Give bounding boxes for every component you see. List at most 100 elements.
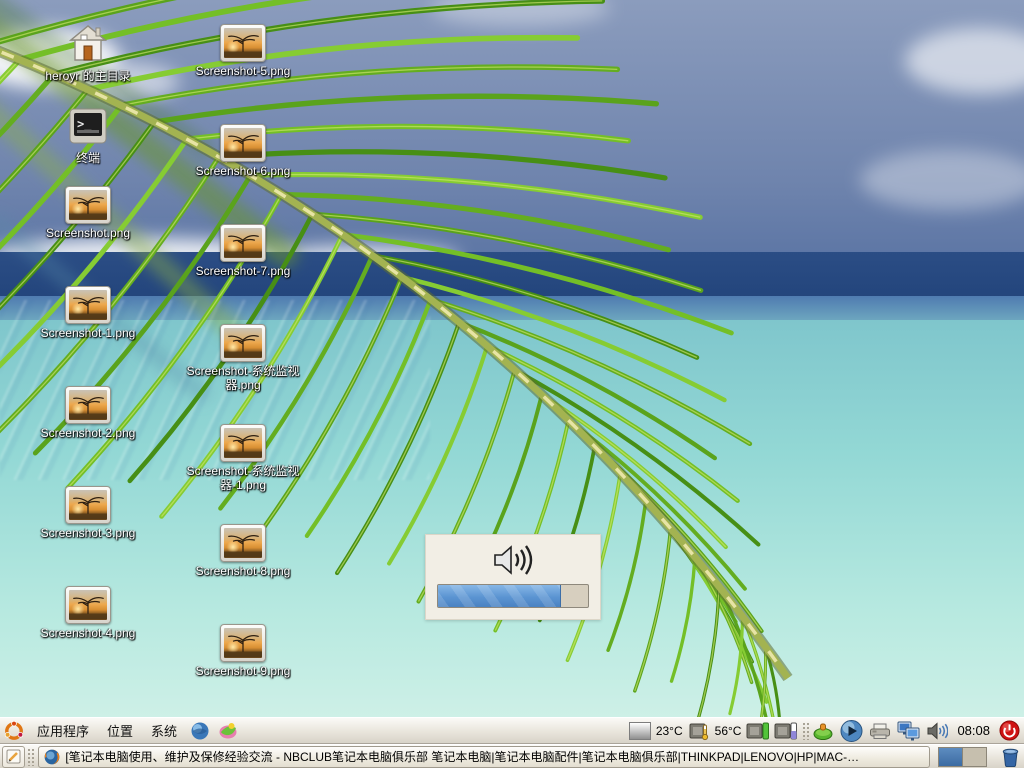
desktop-icon-home[interactable]: heroyr 的主目录 <box>18 24 158 83</box>
image-file-icon <box>220 424 266 462</box>
panel-drag-handle[interactable] <box>802 722 809 740</box>
menu-system[interactable]: 系统 <box>142 718 186 743</box>
desktop-icon-label: Screenshot-1.png <box>18 326 158 340</box>
sensor-graph-icon <box>629 722 651 740</box>
printer-applet[interactable] <box>868 718 892 743</box>
desktop-icon-label: 终端 <box>18 151 158 165</box>
task-button-firefox[interactable]: [笔记本电脑使用、维护及保修经验交流 - NBCLUB笔记本电脑俱乐部 笔记本电… <box>38 746 929 768</box>
menu-applications[interactable]: 应用程序 <box>28 718 98 743</box>
ubuntu-logo-icon <box>4 721 24 741</box>
image-file-icon <box>220 324 266 362</box>
printer-icon <box>868 722 892 740</box>
network-applet[interactable] <box>896 718 922 743</box>
image-file-icon <box>65 586 111 624</box>
task-button-title: [笔记本电脑使用、维护及保修经验交流 - NBCLUB笔记本电脑俱乐部 笔记本电… <box>65 748 859 765</box>
desktop-root: heroyr 的主目录 >_ 终端 Screenshot.png Screens… <box>0 0 1024 768</box>
clock-applet[interactable]: 08:08 <box>952 718 995 743</box>
menu-panel: 应用程序 位置 系统 23°C <box>0 717 1024 744</box>
chip-green-bar-applet[interactable] <box>746 718 770 743</box>
trash-applet[interactable] <box>1000 746 1021 768</box>
desktop-icon-label: Screenshot-4.png <box>18 626 158 640</box>
menu-places[interactable]: 位置 <box>98 718 142 743</box>
desktop-icon-file[interactable]: Screenshot-2.png <box>18 386 158 440</box>
volume-progress-fill <box>438 585 561 607</box>
colorful-app-launcher[interactable] <box>217 720 239 742</box>
input-method-icon <box>813 721 835 741</box>
image-file-icon <box>220 24 266 62</box>
sensor-graph-applet[interactable] <box>629 718 651 743</box>
web-browser-icon <box>190 721 210 741</box>
desktop-icon-file[interactable]: Screenshot-5.png <box>173 24 313 78</box>
chip-violet-bar-icon <box>774 721 798 741</box>
chip-thermometer-icon <box>688 721 710 741</box>
desktop-icon-label: Screenshot-系统监视器.png <box>173 364 313 392</box>
firefox-icon <box>44 749 60 765</box>
desktop-icon-file[interactable]: Screenshot-3.png <box>18 486 158 540</box>
image-file-icon <box>220 124 266 162</box>
colorful-app-icon <box>218 720 239 741</box>
image-file-icon <box>220 224 266 262</box>
chip-violet-bar-applet[interactable] <box>774 718 798 743</box>
svg-text:>_: >_ <box>77 117 92 132</box>
image-file-icon <box>220 524 266 562</box>
main-menu-button[interactable] <box>3 720 25 742</box>
chip-thermometer-applet[interactable] <box>688 718 710 743</box>
volume-progressbar <box>437 584 589 608</box>
image-file-icon <box>220 624 266 662</box>
clock-value: 08:08 <box>957 723 990 738</box>
desktop-icon-label: Screenshot-7.png <box>173 264 313 278</box>
desktop-icon-file[interactable]: Screenshot-7.png <box>173 224 313 278</box>
show-desktop-button[interactable] <box>2 746 25 768</box>
menu-system-label: 系统 <box>151 721 177 740</box>
workspace-1[interactable] <box>939 748 962 766</box>
desktop-icon-file[interactable]: Screenshot-6.png <box>173 124 313 178</box>
desktop-icon-file[interactable]: Screenshot-4.png <box>18 586 158 640</box>
workspace-2[interactable] <box>962 748 986 766</box>
image-file-icon <box>65 486 111 524</box>
desktop-icon-file[interactable]: Screenshot-8.png <box>173 524 313 578</box>
temp-cpu-value: 56°C <box>715 724 742 738</box>
menu-applications-label: 应用程序 <box>37 721 89 740</box>
taskbar-drag-handle[interactable] <box>27 748 34 766</box>
power-button-icon <box>999 720 1020 741</box>
workspace-switcher <box>938 747 987 767</box>
temp-ambient-applet[interactable]: 23°C <box>655 718 684 743</box>
volume-applet[interactable] <box>926 718 948 743</box>
network-icon <box>896 720 922 742</box>
desktop-icon-label: Screenshot-2.png <box>18 426 158 440</box>
speaker-icon <box>426 542 600 583</box>
media-play-icon <box>839 719 864 743</box>
desktop-icon-label: Screenshot-系统监视器-1.png <box>173 464 313 492</box>
desktop-icon-label: Screenshot-5.png <box>173 64 313 78</box>
image-file-icon <box>65 386 111 424</box>
desktop-icon-terminal[interactable]: >_ 终端 <box>18 108 158 165</box>
input-method-applet[interactable] <box>813 718 835 743</box>
web-browser-launcher[interactable] <box>189 720 211 742</box>
desktop-icon-label: heroyr 的主目录 <box>18 69 158 83</box>
task-panel: [笔记本电脑使用、维护及保修经验交流 - NBCLUB笔记本电脑俱乐部 笔记本电… <box>0 744 1024 768</box>
desktop-icon-label: Screenshot-6.png <box>173 164 313 178</box>
desktop-icon-file[interactable]: Screenshot.png <box>18 186 158 240</box>
desktop-icon-file[interactable]: Screenshot-系统监视器.png <box>173 324 313 392</box>
trash-icon <box>1001 747 1020 767</box>
show-desktop-icon <box>6 749 21 764</box>
power-button-applet[interactable] <box>999 718 1020 743</box>
media-player-applet[interactable] <box>839 718 864 743</box>
desktop-icon-file[interactable]: Screenshot-1.png <box>18 286 158 340</box>
desktop-icon-label: Screenshot-3.png <box>18 526 158 540</box>
desktop-icon-label: Screenshot.png <box>18 226 158 240</box>
menu-places-label: 位置 <box>107 721 133 740</box>
temp-cpu-applet[interactable]: 56°C <box>714 718 743 743</box>
desktop-icon-label: Screenshot-8.png <box>173 564 313 578</box>
image-file-icon <box>65 186 111 224</box>
home-icon <box>67 24 109 62</box>
image-file-icon <box>65 286 111 324</box>
desktop-icon-label: Screenshot-9.png <box>173 664 313 678</box>
speaker-tray-icon <box>926 721 948 741</box>
chip-green-bar-icon <box>746 721 770 741</box>
volume-osd <box>425 534 601 620</box>
temp-ambient-value: 23°C <box>656 724 683 738</box>
desktop-icon-file[interactable]: Screenshot-9.png <box>173 624 313 678</box>
terminal-icon: >_ <box>68 108 108 144</box>
desktop-icon-file[interactable]: Screenshot-系统监视器-1.png <box>173 424 313 492</box>
